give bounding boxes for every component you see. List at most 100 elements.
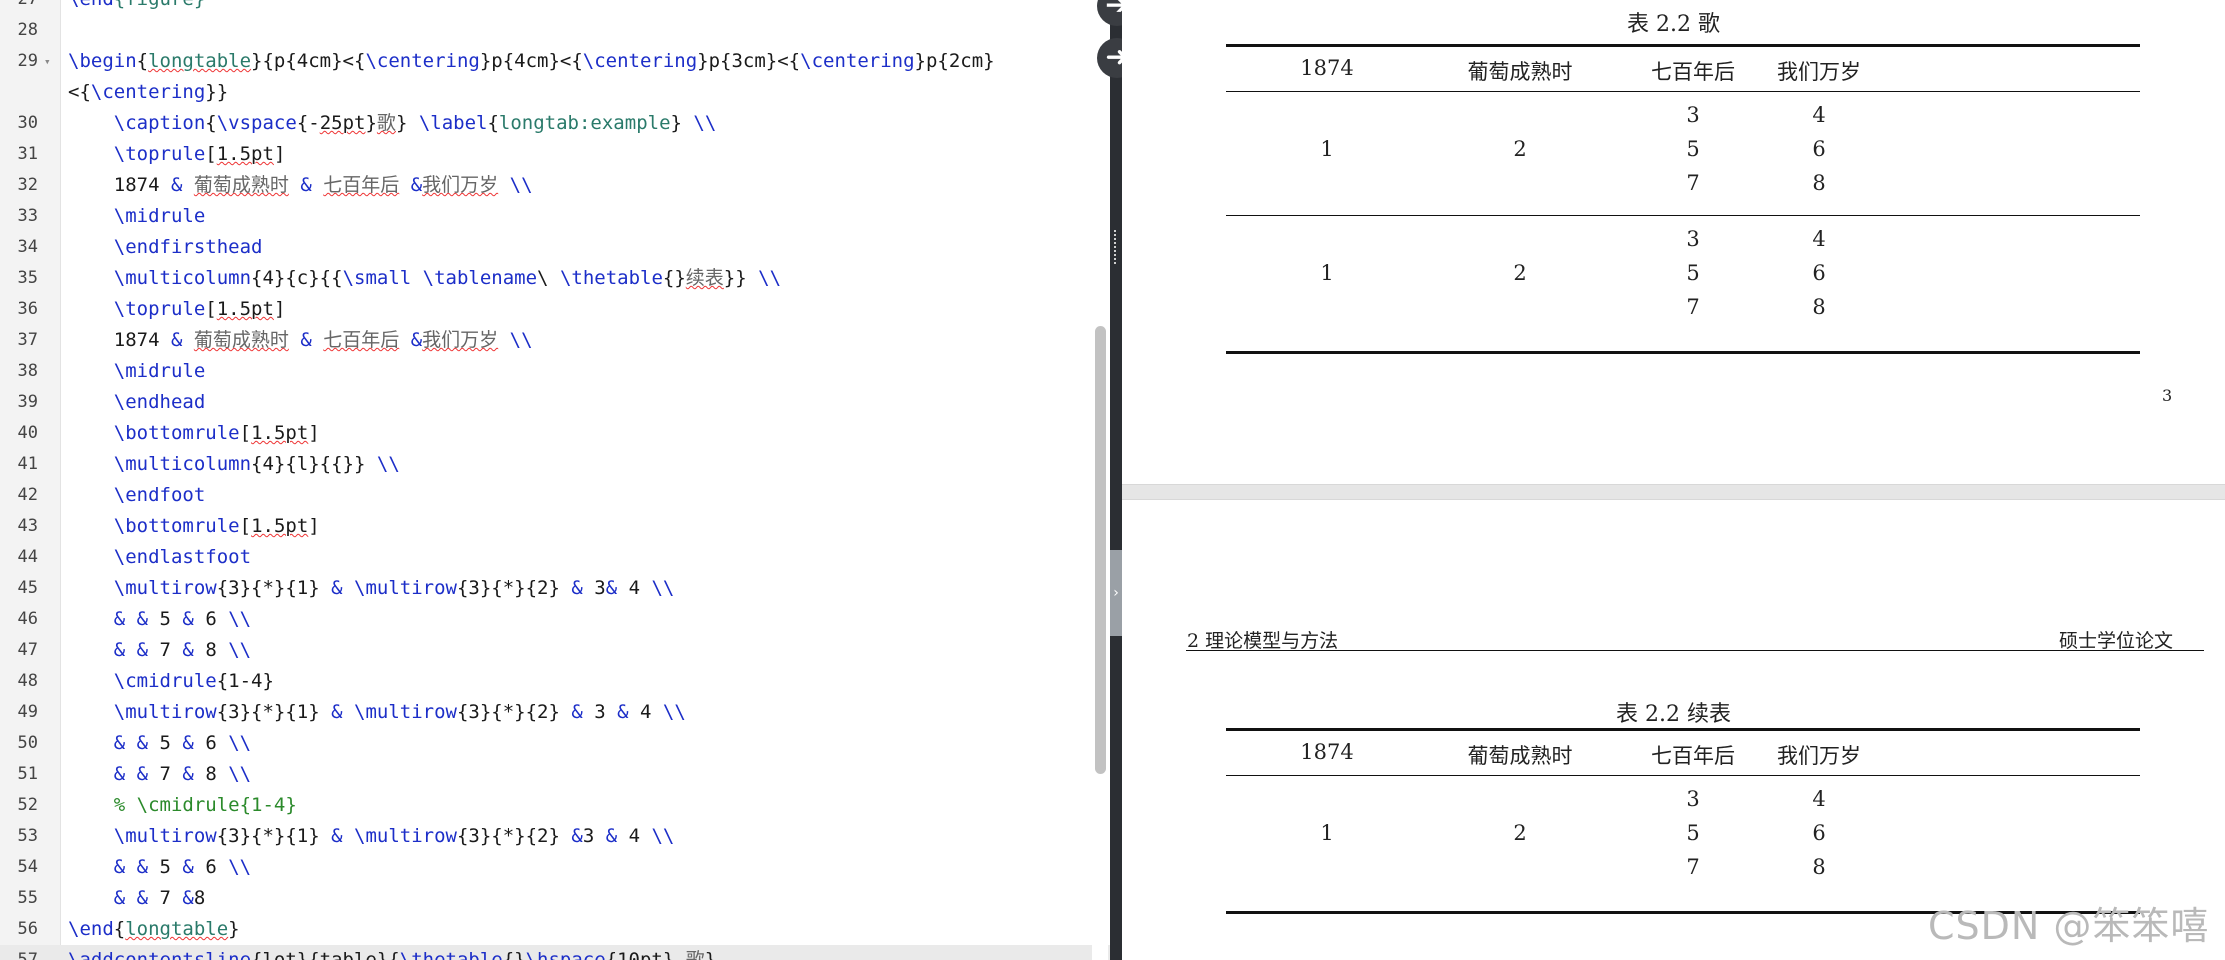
code-line[interactable]: 40 \bottomrule[1.5pt]	[0, 418, 1110, 449]
fold-toggle-icon[interactable]: ▾	[44, 46, 51, 77]
code-text[interactable]: \endlastfoot	[68, 542, 251, 573]
code-line[interactable]: 57 \addcontentsline{lot}{table}{\thetable…	[0, 945, 1110, 960]
code-token: 25pt	[319, 112, 366, 134]
code-token: {-	[296, 112, 320, 134]
scrollbar-thumb[interactable]	[1095, 326, 1106, 774]
code-line[interactable]: 49 \multirow{3}{*}{1} & \multirow{3}{*}{…	[0, 697, 1110, 728]
code-line[interactable]: 52 % \cmidrule{1-4}	[0, 790, 1110, 821]
code-text[interactable]: 1874 & 葡萄成熟时 & 七百年后 &我们万岁 \\	[68, 325, 533, 356]
splitter-grip[interactable]	[1114, 230, 1120, 264]
code-text[interactable]: \end{figure}	[68, 0, 205, 15]
code-text[interactable]: & & 5 & 6 \\	[68, 604, 251, 635]
code-line[interactable]: 44 \endlastfoot	[0, 542, 1110, 573]
code-text[interactable]: \bottomrule[1.5pt]	[68, 511, 320, 542]
code-line[interactable]: 31 \toprule[1.5pt]	[0, 139, 1110, 170]
table-header-cell: 1874	[1300, 740, 1354, 764]
code-token: 5	[148, 732, 183, 754]
code-text[interactable]: & & 5 & 6 \\	[68, 852, 251, 883]
pdf-preview[interactable]: 表 2.2 歌 1874 葡萄成熟时 七百年后 我们万岁 3 4 5 6 7 8 1 2 3 4 5 6 7 8 1…	[1122, 0, 2225, 960]
code-token: ]	[308, 515, 320, 537]
code-line[interactable]: <{\centering}}	[0, 77, 1110, 108]
code-line[interactable]: 30 \caption{\vspace{-25pt}歌} \label{long…	[0, 108, 1110, 139]
code-text[interactable]: \bottomrule[1.5pt]	[68, 418, 320, 449]
table-cell: 2	[1513, 137, 1527, 161]
code-text[interactable]: \multirow{3}{*}{1} & \multirow{3}{*}{2} …	[68, 821, 675, 852]
table-cell: 1	[1320, 137, 1334, 161]
line-number: 42	[17, 485, 38, 505]
code-line[interactable]: 37 1874 & 葡萄成熟时 & 七百年后 &我们万岁 \\	[0, 325, 1110, 356]
code-text[interactable]: \begin{longtable}{p{4cm}<{\centering}p{4…	[68, 46, 995, 77]
code-text[interactable]: \addcontentsline{lot}{table}{\thetable{}…	[68, 945, 716, 960]
code-text[interactable]: \cmidrule{1-4}	[68, 666, 274, 697]
code-text[interactable]: <{\centering}}	[68, 77, 228, 108]
line-number: 39	[17, 392, 38, 412]
code-line[interactable]: 53 \multirow{3}{*}{1} & \multirow{3}{*}{…	[0, 821, 1110, 852]
code-line[interactable]: 51 & & 7 & 8 \\	[0, 759, 1110, 790]
code-text[interactable]: \endfirsthead	[68, 232, 263, 263]
code-line[interactable]: 45 \multirow{3}{*}{1} & \multirow{3}{*}{…	[0, 573, 1110, 604]
code-line[interactable]: 27 \end{figure}	[0, 0, 1110, 15]
code-text[interactable]: & & 7 & 8 \\	[68, 635, 251, 666]
code-token: &	[182, 887, 194, 909]
code-line[interactable]: 29 ▾ \begin{longtable}{p{4cm}<{\centering}…	[0, 46, 1110, 77]
code-text[interactable]: \multirow{3}{*}{1} & \multirow{3}{*}{2} …	[68, 697, 686, 728]
code-token: &	[182, 856, 194, 878]
code-token: \multirow	[113, 825, 217, 847]
line-number: 30	[17, 113, 38, 133]
code-line[interactable]: 47 & & 7 & 8 \\	[0, 635, 1110, 666]
code-text[interactable]: & & 7 &8	[68, 883, 206, 914]
code-line[interactable]: 55 & & 7 &8	[0, 883, 1110, 914]
code-text[interactable]: 1874 & 葡萄成熟时 & 七百年后 &我们万岁 \\	[68, 170, 533, 201]
code-line[interactable]: 35 \multicolumn{4}{c}{{\small \tablename…	[0, 263, 1110, 294]
code-text[interactable]: & & 5 & 6 \\	[68, 728, 251, 759]
code-text[interactable]: \toprule[1.5pt]	[68, 294, 286, 325]
code-text[interactable]: & & 7 & 8 \\	[68, 759, 251, 790]
chevron-right-icon[interactable]: ›	[1110, 550, 1122, 636]
code-text[interactable]: \midrule	[68, 356, 206, 387]
editor-scrollbar[interactable]	[1092, 0, 1108, 960]
code-line[interactable]: 42 \endfoot	[0, 480, 1110, 511]
code-text[interactable]: \end{longtable}	[68, 914, 240, 945]
code-text[interactable]: \caption{\vspace{-25pt}歌} \label{longtab…	[68, 108, 717, 139]
code-line[interactable]: 50 & & 5 & 6 \\	[0, 728, 1110, 759]
code-text[interactable]: \endfoot	[68, 480, 206, 511]
code-text[interactable]: \endhead	[68, 387, 206, 418]
page-number: 3	[2162, 386, 2173, 405]
code-line[interactable]: 36 \toprule[1.5pt]	[0, 294, 1110, 325]
code-line[interactable]: 54 & & 5 & 6 \\	[0, 852, 1110, 883]
code-token: 葡萄成熟时	[193, 329, 289, 351]
code-token: }	[704, 949, 717, 960]
code-text[interactable]: \toprule[1.5pt]	[68, 139, 286, 170]
code-line[interactable]: 43 \bottomrule[1.5pt]	[0, 511, 1110, 542]
code-line[interactable]: 46 & & 5 & 6 \\	[0, 604, 1110, 635]
code-line[interactable]: 32 1874 & 葡萄成熟时 & 七百年后 &我们万岁 \\	[0, 170, 1110, 201]
code-line[interactable]: 48 \cmidrule{1-4}	[0, 666, 1110, 697]
code-line[interactable]: 33 \midrule	[0, 201, 1110, 232]
table-header-cell: 葡萄成熟时	[1467, 744, 1573, 768]
code-token: {lot}{table}{	[251, 949, 400, 960]
code-line[interactable]: 34 \endfirsthead	[0, 232, 1110, 263]
code-text[interactable]: \multicolumn{4}{c}{{\small \tablename\ \…	[68, 263, 781, 294]
code-token: 5	[148, 608, 183, 630]
code-line[interactable]: 38 \midrule	[0, 356, 1110, 387]
code-token: 6	[193, 732, 229, 754]
code-text[interactable]: \multicolumn{4}{l}{{}} \\	[68, 449, 400, 480]
top-rule	[1226, 44, 2140, 47]
pane-splitter[interactable]	[1110, 0, 1122, 960]
code-line[interactable]: 39 \endhead	[0, 387, 1110, 418]
code-token: \midrule	[113, 205, 206, 227]
table-header-cell: 我们万岁	[1777, 60, 1861, 84]
code-line[interactable]: 28	[0, 15, 1110, 46]
code-line[interactable]: 56 \end{longtable}	[0, 914, 1110, 945]
code-token: &	[182, 608, 194, 630]
code-text[interactable]: \multirow{3}{*}{1} & \multirow{3}{*}{2} …	[68, 573, 675, 604]
line-number: 41	[17, 454, 38, 474]
code-line[interactable]: 41 \multicolumn{4}{l}{{}} \\	[0, 449, 1110, 480]
code-text[interactable]: \midrule	[68, 201, 206, 232]
latex-editor[interactable]: 27\end{figure}2829▾\begin{longtable}{p{4…	[0, 0, 1110, 960]
code-text[interactable]: % \cmidrule{1-4}	[68, 790, 297, 821]
